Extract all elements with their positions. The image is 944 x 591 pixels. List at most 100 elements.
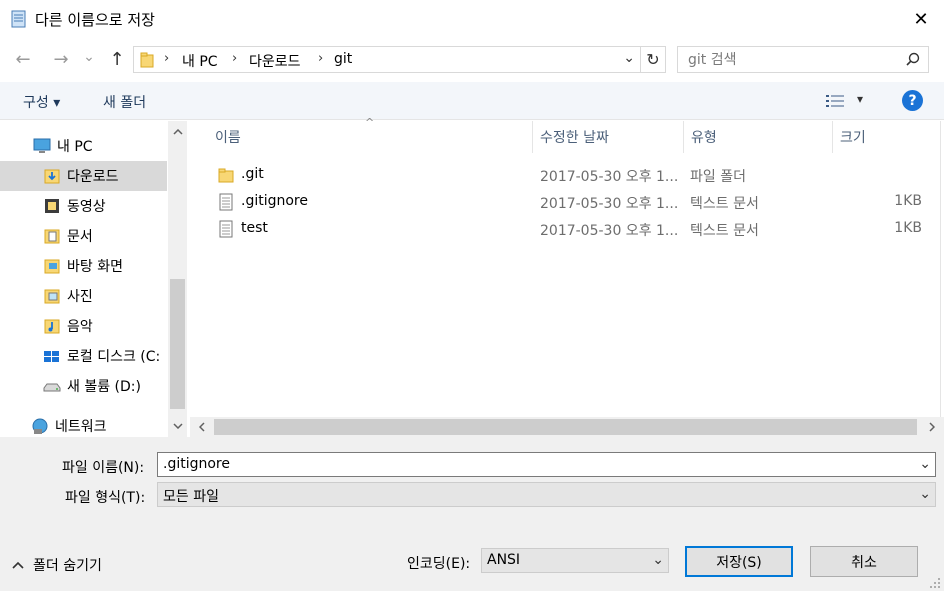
- sidebar-item-label: 다운로드: [67, 169, 119, 185]
- scroll-right-arrow-icon[interactable]: [922, 418, 941, 436]
- chevron-down-icon: ⌄: [83, 49, 95, 65]
- notepad-icon: [11, 10, 26, 28]
- sidebar-item-label: 문서: [67, 229, 93, 245]
- file-date: 2017-05-30 오후 1...: [540, 169, 679, 185]
- video-folder-icon: [45, 199, 59, 213]
- file-size: 1KB: [894, 220, 922, 236]
- file-name: test: [241, 220, 268, 236]
- sidebar-item-videos[interactable]: 동영상: [0, 191, 167, 221]
- breadcrumb-separator[interactable]: ›: [318, 51, 323, 66]
- back-button[interactable]: ←: [10, 46, 36, 72]
- breadcrumb-separator[interactable]: ›: [164, 51, 169, 66]
- view-menu-chevron-icon[interactable]: ▾: [857, 92, 863, 106]
- column-divider[interactable]: [832, 121, 833, 153]
- column-header-size[interactable]: 크기: [840, 127, 866, 147]
- encoding-value: ANSI: [487, 552, 521, 568]
- filename-field[interactable]: .gitignore ⌄: [157, 452, 936, 477]
- text-file-icon: [219, 193, 233, 211]
- help-icon[interactable]: ?: [902, 90, 923, 111]
- filetype-select[interactable]: 모든 파일 ⌄: [157, 482, 936, 507]
- scroll-left-arrow-icon[interactable]: [192, 418, 211, 436]
- new-folder-button[interactable]: 새 폴더: [103, 92, 146, 112]
- address-bar[interactable]: › 내 PC › 다운로드 › git ⌄: [133, 46, 641, 73]
- save-button[interactable]: 저장(S): [685, 546, 793, 577]
- up-button[interactable]: ↑: [104, 46, 130, 72]
- right-edge-divider: [940, 121, 941, 417]
- window-title: 다른 이름으로 저장: [35, 11, 155, 29]
- file-name: .git: [241, 166, 264, 182]
- sidebar-item-pictures[interactable]: 사진: [0, 281, 167, 311]
- breadcrumb-my-pc[interactable]: 내 PC: [182, 51, 218, 71]
- chevron-down-icon[interactable]: ⌄: [919, 456, 931, 472]
- network-icon: [32, 418, 48, 434]
- encoding-select[interactable]: ANSI ⌄: [481, 548, 669, 573]
- refresh-icon: ↻: [646, 50, 660, 69]
- documents-folder-icon: [44, 229, 60, 244]
- sidebar-item-my-pc[interactable]: 내 PC: [0, 131, 167, 161]
- close-button[interactable]: ✕: [898, 0, 944, 38]
- refresh-button[interactable]: ↻: [641, 46, 666, 73]
- scroll-down-arrow-icon[interactable]: [168, 417, 187, 435]
- arrow-up-icon: ↑: [109, 48, 125, 70]
- chevron-up-icon: [12, 561, 24, 569]
- command-bar: 구성 ▾ 새 폴더 ▾: [0, 82, 944, 120]
- file-row[interactable]: .gitignore 2017-05-30 오후 1... 텍스트 문서 1KB: [214, 189, 926, 216]
- chevron-down-icon: ⌄: [652, 552, 664, 568]
- breadcrumb-git[interactable]: git: [334, 51, 352, 67]
- resize-grip-icon[interactable]: [928, 576, 942, 590]
- breadcrumb-downloads[interactable]: 다운로드: [249, 51, 301, 71]
- forward-button[interactable]: →: [48, 46, 74, 72]
- hide-folders-label: 폴더 숨기기: [33, 558, 102, 574]
- filetype-value: 모든 파일: [163, 489, 219, 505]
- pictures-folder-icon: [44, 289, 60, 304]
- sort-ascending-icon: ^: [365, 116, 375, 129]
- sidebar-item-label: 동영상: [67, 199, 106, 215]
- sidebar-item-desktop[interactable]: 바탕 화면: [0, 251, 167, 281]
- file-type: 텍스트 문서: [690, 196, 759, 212]
- windows-drive-icon: [44, 351, 59, 362]
- organize-menu[interactable]: 구성 ▾: [23, 92, 60, 112]
- hide-folders-button[interactable]: 폴더 숨기기: [12, 555, 102, 575]
- filename-value[interactable]: .gitignore: [163, 456, 230, 472]
- file-date: 2017-05-30 오후 1...: [540, 196, 679, 212]
- column-header-type[interactable]: 유형: [691, 127, 717, 147]
- sidebar-item-label: 사진: [67, 289, 93, 305]
- file-row[interactable]: .git 2017-05-30 오후 1... 파일 폴더: [214, 162, 926, 189]
- text-file-icon: [219, 220, 233, 238]
- encoding-label: 인코딩(E):: [407, 556, 471, 572]
- sidebar-item-label: 새 볼륨 (D:): [67, 379, 141, 395]
- sidebar-item-volume-d[interactable]: 새 볼륨 (D:): [0, 371, 167, 401]
- file-row[interactable]: test 2017-05-30 오후 1... 텍스트 문서 1KB: [214, 216, 926, 243]
- search-input[interactable]: [688, 51, 888, 69]
- scroll-up-arrow-icon[interactable]: [168, 123, 187, 141]
- column-divider[interactable]: [683, 121, 684, 153]
- file-type: 파일 폴더: [690, 169, 746, 185]
- sidebar-item-local-disk-c[interactable]: 로컬 디스크 (C:: [0, 341, 168, 371]
- desktop-folder-icon: [44, 259, 60, 274]
- folder-icon: [140, 52, 154, 68]
- close-icon: ✕: [913, 8, 929, 30]
- download-folder-icon: [44, 169, 60, 184]
- column-header-name[interactable]: 이름: [215, 127, 241, 147]
- filename-label: 파일 이름(N):: [62, 460, 145, 476]
- search-box[interactable]: [677, 46, 929, 73]
- view-details-icon[interactable]: [826, 94, 844, 108]
- sidebar-scrollbar-thumb[interactable]: [170, 279, 185, 409]
- address-dropdown-icon[interactable]: ⌄: [623, 50, 635, 66]
- sidebar-item-label: 로컬 디스크 (C:: [67, 349, 161, 365]
- recent-locations-button[interactable]: ⌄: [80, 44, 98, 70]
- column-divider[interactable]: [532, 121, 533, 153]
- navigation-pane: 내 PC 다운로드 동영상 문서 바탕 화면 사진 음악 로컬 디스크 (C: …: [0, 121, 187, 437]
- sidebar-item-label: 바탕 화면: [67, 259, 123, 275]
- pc-icon: [33, 138, 51, 153]
- breadcrumb-separator[interactable]: ›: [232, 51, 237, 66]
- search-icon[interactable]: [906, 52, 920, 66]
- cancel-button[interactable]: 취소: [810, 546, 918, 577]
- file-size: 1KB: [894, 193, 922, 209]
- sidebar-item-documents[interactable]: 문서: [0, 221, 167, 251]
- sidebar-item-downloads[interactable]: 다운로드: [0, 161, 167, 191]
- column-header-date[interactable]: 수정한 날짜: [540, 127, 609, 147]
- file-type: 텍스트 문서: [690, 223, 759, 239]
- horizontal-scrollbar-thumb[interactable]: [214, 419, 917, 435]
- sidebar-item-music[interactable]: 음악: [0, 311, 167, 341]
